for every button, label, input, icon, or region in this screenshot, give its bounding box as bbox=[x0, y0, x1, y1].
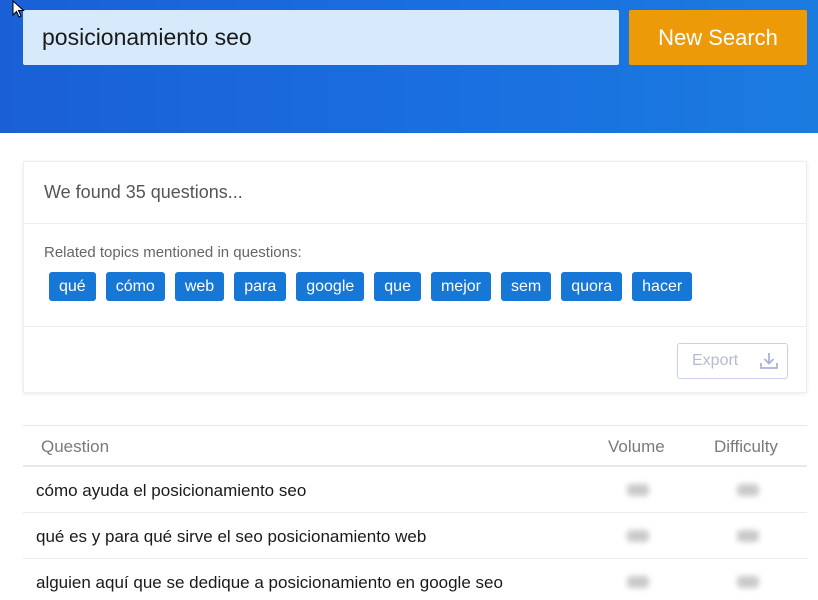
topic-chip[interactable]: web bbox=[174, 272, 225, 301]
blurred-difficulty bbox=[737, 484, 759, 496]
search-input[interactable] bbox=[23, 10, 619, 65]
table-header: Question Volume Difficulty bbox=[23, 425, 807, 467]
table-row[interactable]: alguien aquí que se dedique a posicionam… bbox=[23, 559, 807, 600]
topic-chip[interactable]: mejor bbox=[430, 272, 491, 301]
blurred-volume bbox=[627, 530, 649, 542]
export-label: Export bbox=[692, 352, 739, 369]
divider bbox=[24, 223, 806, 224]
question-text[interactable]: alguien aquí que se dedique a posicionam… bbox=[36, 573, 503, 593]
table-row[interactable]: qué es y para qué sirve el seo posiciona… bbox=[23, 513, 807, 559]
results-count-text: We found 35 questions... bbox=[44, 182, 243, 202]
search-header: New Search bbox=[0, 0, 818, 133]
export-button[interactable]: Export bbox=[677, 343, 788, 379]
new-search-button[interactable]: New Search bbox=[629, 10, 807, 65]
blurred-volume bbox=[627, 576, 649, 588]
topic-chip[interactable]: qué bbox=[49, 272, 96, 301]
question-text[interactable]: cómo ayuda el posicionamiento seo bbox=[36, 481, 306, 501]
blurred-difficulty bbox=[737, 530, 759, 542]
column-header-question[interactable]: Question bbox=[41, 437, 109, 457]
column-header-volume[interactable]: Volume bbox=[608, 437, 665, 457]
topic-chip[interactable]: quora bbox=[561, 272, 623, 301]
table-row[interactable]: cómo ayuda el posicionamiento seo bbox=[23, 467, 807, 513]
divider bbox=[24, 326, 806, 327]
topic-chips: qué cómo web para google que mejor sem q… bbox=[49, 272, 693, 301]
topic-chip[interactable]: sem bbox=[500, 272, 552, 301]
results-card: We found 35 questions... Related topics … bbox=[23, 161, 807, 393]
question-text[interactable]: qué es y para qué sirve el seo posiciona… bbox=[36, 527, 426, 547]
topic-chip[interactable]: hacer bbox=[632, 272, 693, 301]
topic-chip[interactable]: para bbox=[234, 272, 287, 301]
download-icon bbox=[760, 353, 778, 369]
mouse-cursor-icon bbox=[12, 0, 25, 18]
column-header-difficulty[interactable]: Difficulty bbox=[714, 437, 778, 457]
topic-chip[interactable]: google bbox=[296, 272, 365, 301]
blurred-volume bbox=[627, 484, 649, 496]
blurred-difficulty bbox=[737, 576, 759, 588]
questions-table: Question Volume Difficulty cómo ayuda el… bbox=[23, 425, 807, 600]
topic-chip[interactable]: que bbox=[374, 272, 421, 301]
topic-chip[interactable]: cómo bbox=[105, 272, 165, 301]
related-topics-label: Related topics mentioned in questions: bbox=[44, 244, 302, 261]
